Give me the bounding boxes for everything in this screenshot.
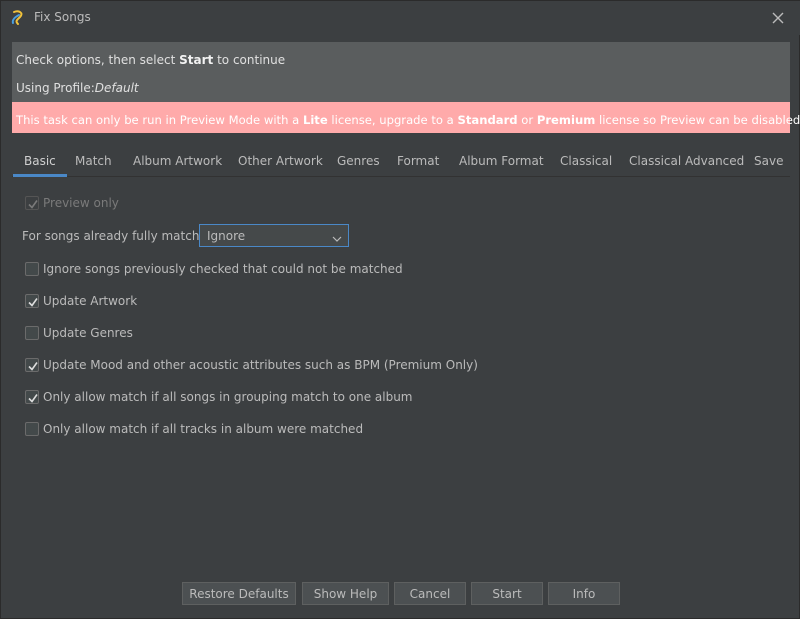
fully-matched-value: Ignore <box>207 229 246 243</box>
tab-match[interactable]: Match <box>75 144 112 177</box>
update-artwork-option[interactable]: Update Artwork <box>25 292 137 310</box>
update-genres-label: Update Genres <box>43 326 133 340</box>
tab-classical[interactable]: Classical <box>560 144 612 177</box>
ignore-previous-option[interactable]: Ignore songs previously checked that cou… <box>25 260 403 278</box>
tab-other-artwork[interactable]: Other Artwork <box>238 144 323 177</box>
cancel-button[interactable]: Cancel <box>394 582 466 605</box>
tracks-matched-label: Only allow match if all tracks in album … <box>43 422 364 436</box>
update-artwork-checkbox[interactable] <box>25 294 39 308</box>
update-artwork-label: Update Artwork <box>43 294 138 308</box>
grouping-match-checkbox[interactable] <box>25 390 39 404</box>
close-icon[interactable] <box>767 7 789 29</box>
ignore-previous-checkbox[interactable] <box>25 262 39 276</box>
app-icon <box>9 9 27 27</box>
instruction-text: Check options, then select Start to cont… <box>16 53 286 67</box>
fully-matched-label: For songs already fully matched <box>22 229 215 243</box>
tracks-matched-option[interactable]: Only allow match if all tracks in album … <box>25 420 363 438</box>
basic-options-panel: Preview only For songs already fully mat… <box>12 178 790 558</box>
tab-album-format[interactable]: Album Format <box>459 144 544 177</box>
grouping-match-option[interactable]: Only allow match if all songs in groupin… <box>25 388 413 406</box>
tab-basic[interactable]: Basic <box>13 144 67 177</box>
chevron-down-icon <box>332 232 342 246</box>
tab-bar: Basic Match Album Artwork Other Artwork … <box>12 144 790 177</box>
tab-album-artwork[interactable]: Album Artwork <box>133 144 222 177</box>
restore-defaults-button[interactable]: Restore Defaults <box>182 582 296 605</box>
tab-save[interactable]: Save <box>754 144 783 177</box>
window-title: Fix Songs <box>34 10 91 24</box>
update-mood-label: Update Mood and other acoustic attribute… <box>43 358 478 372</box>
fix-songs-dialog: Fix Songs Check options, then select Sta… <box>0 0 800 619</box>
show-help-button[interactable]: Show Help <box>302 582 389 605</box>
update-genres-checkbox[interactable] <box>25 326 39 340</box>
update-mood-option[interactable]: Update Mood and other acoustic attribute… <box>25 356 478 374</box>
fully-matched-select[interactable]: Ignore <box>199 224 349 247</box>
start-button[interactable]: Start <box>471 582 543 605</box>
tab-genres[interactable]: Genres <box>337 144 380 177</box>
update-genres-option[interactable]: Update Genres <box>25 324 133 342</box>
ignore-previous-label: Ignore songs previously checked that cou… <box>43 262 403 276</box>
grouping-match-label: Only allow match if all songs in groupin… <box>43 390 413 404</box>
tab-classical-advanced[interactable]: Classical Advanced <box>629 144 744 177</box>
preview-only-option: Preview only <box>25 194 119 212</box>
tracks-matched-checkbox[interactable] <box>25 422 39 436</box>
info-button[interactable]: Info <box>548 582 620 605</box>
title-bar: Fix Songs <box>1 1 800 35</box>
preview-only-label: Preview only <box>43 196 119 210</box>
license-warning-banner: This task can only be run in Preview Mod… <box>12 102 800 133</box>
tab-format[interactable]: Format <box>397 144 439 177</box>
update-mood-checkbox[interactable] <box>25 358 39 372</box>
license-warning-text: This task can only be run in Preview Mod… <box>16 113 800 127</box>
profile-text: Using Profile:Default <box>16 81 139 95</box>
preview-only-checkbox <box>25 196 39 210</box>
info-panel: Check options, then select Start to cont… <box>12 42 790 102</box>
